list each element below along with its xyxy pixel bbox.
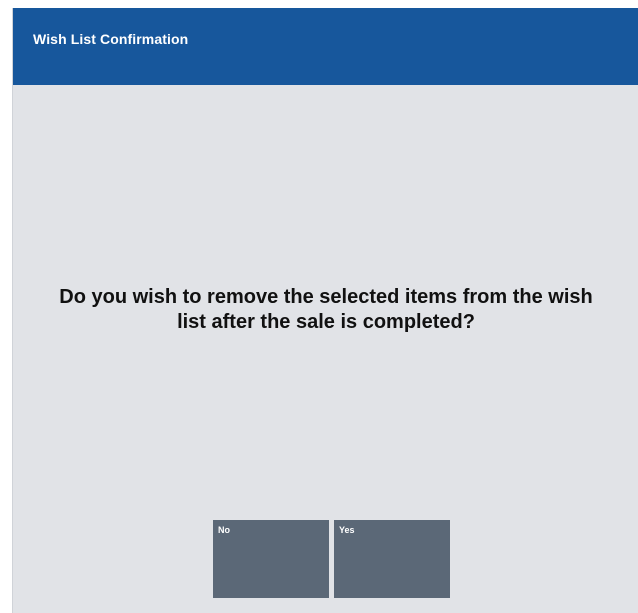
title-bar: Wish List Confirmation bbox=[13, 8, 638, 85]
confirmation-message: Do you wish to remove the selected items… bbox=[13, 285, 638, 335]
message-line-2: list after the sale is completed? bbox=[177, 311, 475, 333]
no-button[interactable]: No bbox=[213, 520, 329, 598]
yes-button-label: Yes bbox=[339, 525, 355, 535]
wish-list-confirmation-dialog: Wish List Confirmation Do you wish to re… bbox=[12, 8, 638, 613]
dialog-title: Wish List Confirmation bbox=[33, 31, 189, 47]
message-line-1: Do you wish to remove the selected items… bbox=[59, 286, 593, 308]
yes-button[interactable]: Yes bbox=[334, 520, 450, 598]
no-button-label: No bbox=[218, 525, 230, 535]
